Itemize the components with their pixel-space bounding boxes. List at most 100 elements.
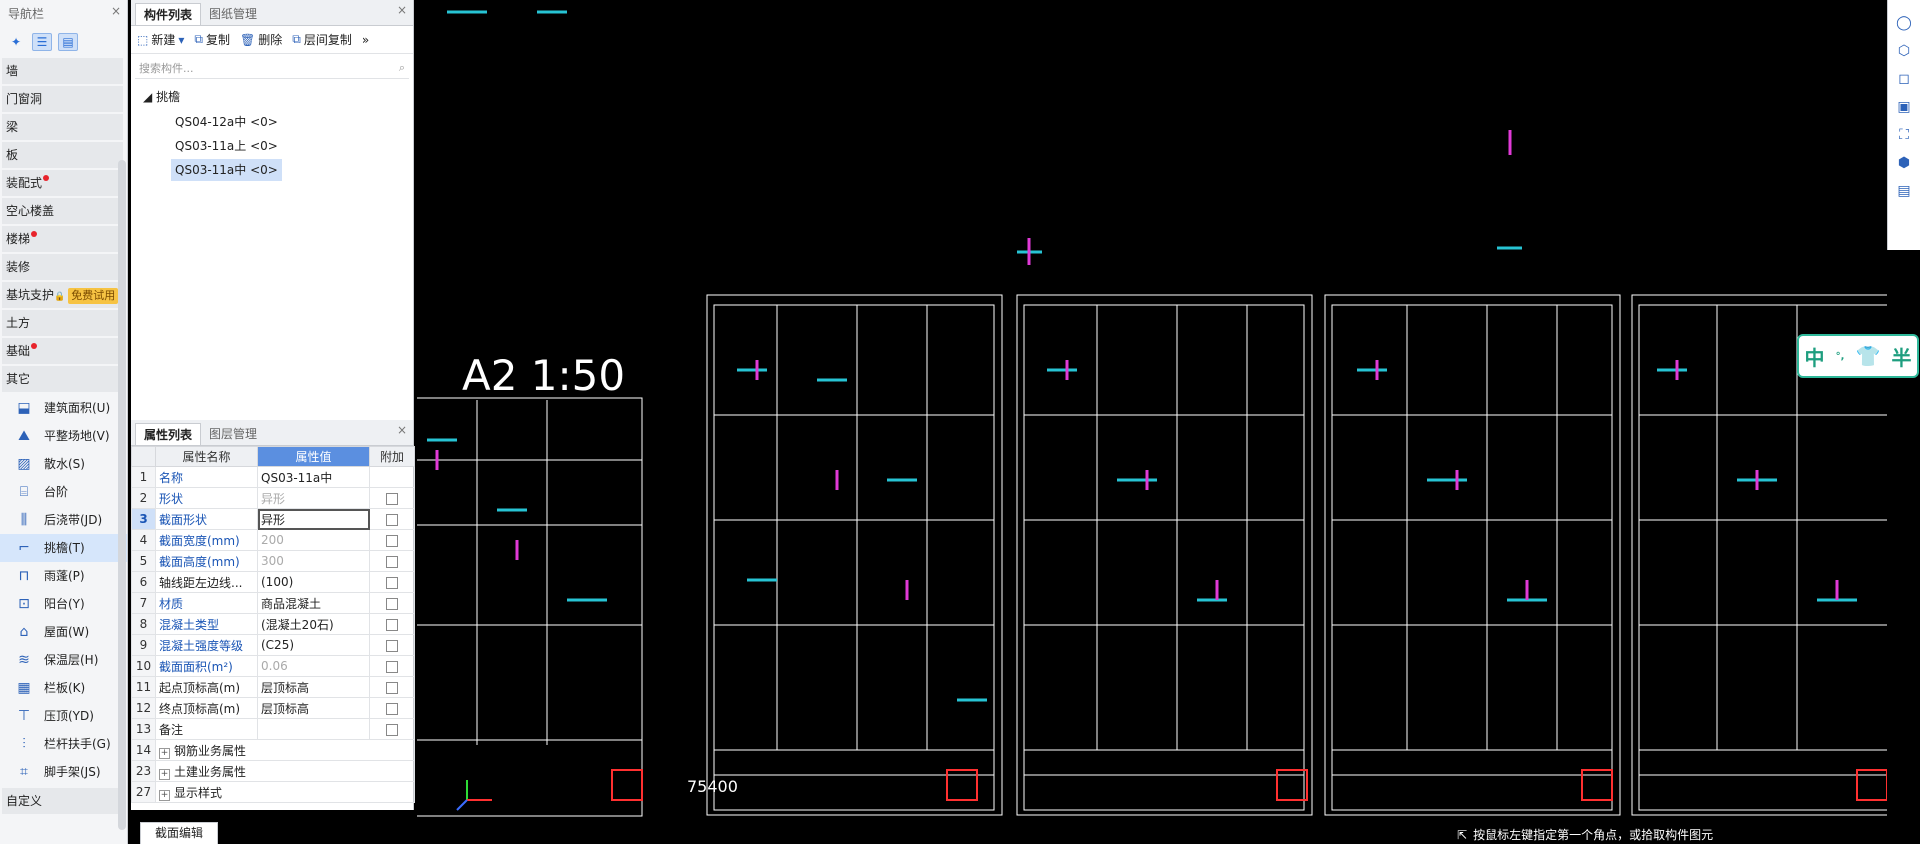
floor-copy-button[interactable]: ⧉ 层间复制 [292,31,352,48]
tab-component-list[interactable]: 构件列表 [135,3,202,25]
close-icon[interactable]: × [111,4,121,18]
search-icon[interactable]: ⌕ [399,61,405,75]
nav-subitem[interactable]: ⌗ 脚手架(JS) [0,758,127,786]
table-row[interactable]: 1 名称 QS03-11a中 [131,466,415,488]
table-row[interactable]: 12 终点顶标高(m) 层顶标高 [131,697,415,719]
nav-category[interactable]: 梁 [2,114,123,140]
property-value[interactable]: (100) [257,571,370,593]
table-row[interactable]: 13 备注 [131,718,415,740]
extra-checkbox[interactable] [386,576,398,589]
property-value[interactable]: 200 [257,529,370,551]
shirt-icon[interactable]: 👕 [1855,344,1880,368]
nav-subitem[interactable]: ⊓ 雨蓬(P) [0,562,127,590]
layer-view-icon[interactable]: ⬢ [1893,152,1915,174]
nav-subitem[interactable]: ⊤ 压顶(YD) [0,702,127,730]
pin-icon[interactable]: ✦ [6,33,26,51]
nav-category[interactable]: 空心楼盖 [2,198,123,224]
nav-subitem[interactable]: ▨ 散水(S) [0,450,127,478]
nav-subitem[interactable]: ≋ 保温层(H) [0,646,127,674]
cube-solid-icon[interactable]: ▣ [1893,96,1915,118]
nav-category[interactable]: 土方 [2,310,123,336]
nav-subitem[interactable]: ⬓ 建筑面积(U) [0,394,127,422]
nav-category[interactable]: 墙 [2,58,123,84]
expand-icon[interactable]: + [159,747,170,759]
table-row[interactable]: 10 截面面积(m²) 0.06 [131,655,415,677]
tree-item[interactable]: QS03-11a上 <0> [171,135,282,157]
close-icon[interactable]: × [397,3,407,17]
property-value[interactable]: (混凝土20石) [257,613,370,635]
extra-checkbox[interactable] [386,555,398,568]
nav-scrollbar[interactable] [118,160,126,830]
new-button[interactable]: ⬚ 新建 ▾ [137,31,184,48]
nav-category[interactable]: 其它 [2,366,123,392]
table-row[interactable]: 9 混凝土强度等级 (C25) [131,634,415,656]
table-row[interactable]: 27 + 显示样式 [131,781,415,803]
property-value[interactable]: 0.06 [257,655,370,677]
extra-checkbox[interactable] [386,702,398,715]
extra-checkbox[interactable] [386,597,398,610]
property-value[interactable] [257,718,370,740]
table-row[interactable]: 4 截面宽度(mm) 200 [131,529,415,551]
table-row[interactable]: 7 材质 商品混凝土 [131,592,415,614]
ime-punct[interactable]: °, [1836,351,1845,362]
tree-group-eave[interactable]: ◢ 挑檐 [131,85,413,109]
property-value[interactable]: 商品混凝土 [257,592,370,614]
ime-widget[interactable]: 中 °, 👕 半 [1797,334,1919,378]
table-row[interactable]: 8 混凝土类型 (混凝土20石) [131,613,415,635]
extra-checkbox[interactable] [386,660,398,673]
fullscreen-icon[interactable]: ⛶ [1893,124,1915,146]
nav-subitem[interactable]: ⫶ 栏杆扶手(G) [0,730,127,758]
tab-property-list[interactable]: 属性列表 [135,423,202,445]
extra-checkbox[interactable] [386,618,398,631]
property-value[interactable]: 300 [257,550,370,572]
property-value[interactable]: 层顶标高 [257,676,370,698]
nav-category[interactable]: 门窗洞 [2,86,123,112]
free-trial-badge[interactable]: 免费试用 [68,288,119,304]
table-row[interactable]: 3 截面形状 异形 [131,508,415,530]
property-value[interactable]: 层顶标高 [257,697,370,719]
table-row[interactable]: 2 形状 异形 [131,487,415,509]
detail-view-icon[interactable]: ▤ [58,33,78,51]
nav-subitem[interactable]: ⊡ 阳台(Y) [0,590,127,618]
ime-lang[interactable]: 中 [1805,342,1825,371]
nav-category[interactable]: 装修 [2,254,123,280]
expand-icon[interactable]: + [159,789,170,801]
more-icon[interactable]: » [362,33,369,47]
orbit-icon[interactable]: ◯ [1893,12,1915,34]
document-view-icon[interactable]: ▤ [1893,180,1915,202]
extra-checkbox[interactable] [386,639,398,652]
nav-subitem[interactable]: ⌂ 屋面(W) [0,618,127,646]
nav-category[interactable]: 基础 [2,338,123,364]
ime-half[interactable]: 半 [1891,342,1911,371]
copy-button[interactable]: ⧉ 复制 [194,31,230,48]
nav-category[interactable]: 基坑支护🔒 免费试用 [2,282,123,308]
cube-view-icon[interactable]: ◻ [1893,68,1915,90]
delete-button[interactable]: 🗑 删除 [240,31,282,48]
tab-drawing-management[interactable]: 图纸管理 [201,3,265,25]
extra-checkbox[interactable] [386,723,398,736]
extra-checkbox[interactable] [386,534,398,547]
table-row[interactable]: 11 起点顶标高(m) 层顶标高 [131,676,415,698]
tab-section-edit[interactable]: 截面编辑 [140,822,219,844]
nav-category[interactable]: 装配式 [2,170,123,196]
table-row[interactable]: 23 + 土建业务属性 [131,760,415,782]
nav-category-custom[interactable]: 自定义 [2,788,123,814]
nav-category[interactable]: 板 [2,142,123,168]
nav-subitem[interactable]: ▦ 栏板(K) [0,674,127,702]
tab-layer-management[interactable]: 图层管理 [201,423,265,445]
expand-icon[interactable]: + [159,768,170,780]
tree-item-selected[interactable]: QS03-11a中 <0> [171,159,282,181]
nav-subitem[interactable]: ⫼ 后浇带(JD) [0,506,127,534]
extra-checkbox[interactable] [386,492,398,505]
list-view-icon[interactable]: ☰ [32,33,52,51]
property-value[interactable]: 异形 [257,487,370,509]
property-value[interactable]: 异形 [257,508,370,530]
drawing-canvas[interactable]: A2 1:50 75400 ⇱ 按鼠标左键指定第一个角点，或拾取构件图元 [417,0,1887,844]
property-value[interactable]: (C25) [257,634,370,656]
table-row[interactable]: 5 截面高度(mm) 300 [131,550,415,572]
nav-subitem[interactable]: ⛰ 平整场地(V) [0,422,127,450]
property-value[interactable]: QS03-11a中 [257,466,370,488]
extra-checkbox[interactable] [386,513,398,526]
3d-view-icon[interactable]: ⬡ [1893,40,1915,62]
chevron-down-icon[interactable]: ▾ [178,33,184,47]
